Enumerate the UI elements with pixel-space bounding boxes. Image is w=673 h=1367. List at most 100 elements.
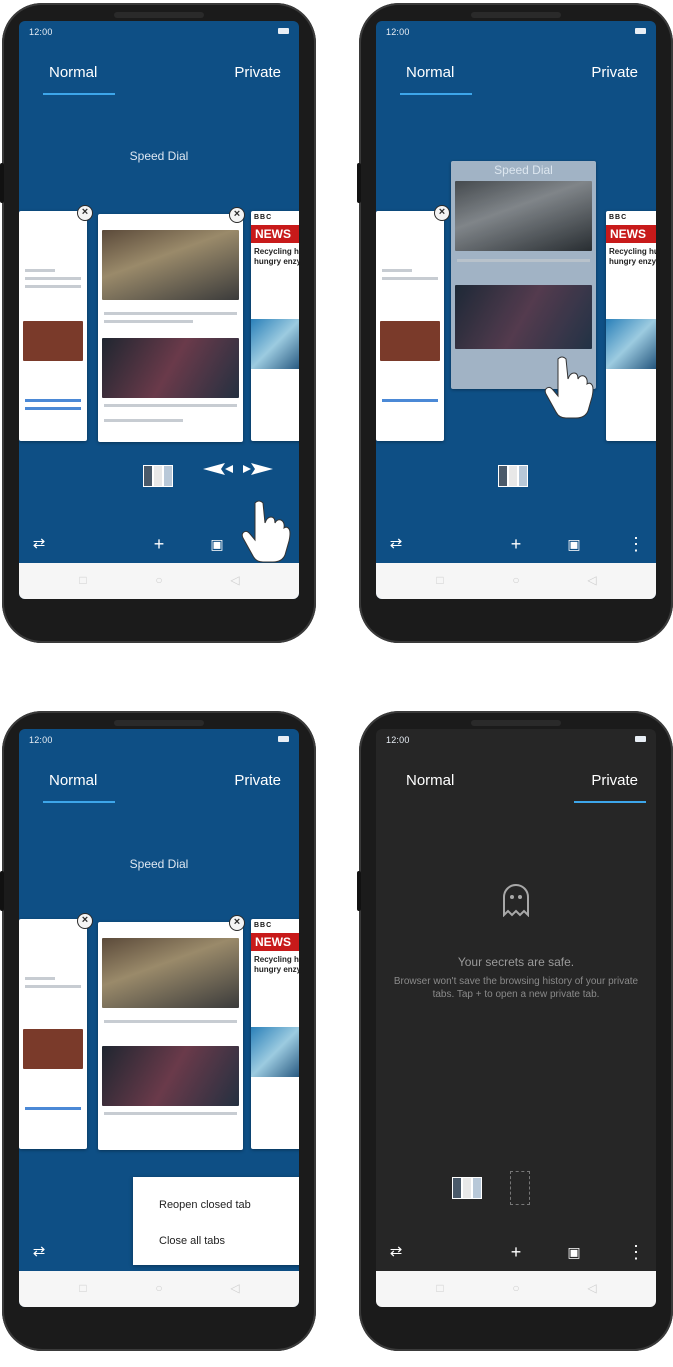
- tab-card[interactable]: [376, 211, 444, 441]
- switch-icon[interactable]: ⇄: [27, 1241, 51, 1263]
- status-time: 12:00: [29, 735, 53, 745]
- hand-gesture-icon: [544, 356, 594, 419]
- battery-icon: [635, 736, 646, 742]
- add-icon[interactable]: +: [504, 533, 528, 555]
- tab-card[interactable]: [19, 211, 87, 441]
- close-icon[interactable]: ×: [434, 205, 450, 221]
- side-button: [357, 871, 361, 911]
- tabs-icon[interactable]: ▣: [205, 1241, 229, 1263]
- phone-frame-1: 12:00 Normal Private Speed Dial × × BBC …: [0, 3, 316, 643]
- news-headline: Recycling hu: [254, 955, 299, 964]
- recent-icon[interactable]: □: [434, 574, 446, 586]
- earpiece: [471, 12, 561, 18]
- switch-icon[interactable]: ⇄: [384, 1241, 408, 1263]
- switch-icon[interactable]: ⇄: [27, 533, 51, 555]
- news-badge: NEWS: [606, 225, 656, 243]
- more-icon[interactable]: ⋮: [624, 533, 648, 555]
- close-icon[interactable]: ×: [77, 205, 93, 221]
- tab-indicator: [400, 93, 472, 95]
- battery-icon: [278, 28, 289, 34]
- tab-thumbnail-strip[interactable]: [498, 465, 538, 489]
- bottom-toolbar: ⇄ + ▣ ⋮: [19, 525, 299, 563]
- tab-normal[interactable]: Normal: [406, 772, 454, 789]
- back-icon[interactable]: ◁: [229, 1282, 241, 1294]
- phone-frame-4: 12:00 Normal Private Your secrets are sa…: [357, 711, 673, 1351]
- speed-dial-label[interactable]: Speed Dial: [451, 163, 596, 177]
- bottom-toolbar: ⇄ + ▣ ⋮: [19, 1233, 299, 1271]
- switch-icon[interactable]: ⇄: [384, 533, 408, 555]
- video-thumbnail[interactable]: [102, 338, 239, 398]
- news-headline: hungry enzym: [609, 257, 656, 266]
- more-icon[interactable]: ⋮: [624, 1241, 648, 1263]
- speed-dial-label[interactable]: Speed Dial: [19, 149, 299, 163]
- add-icon[interactable]: +: [147, 1241, 171, 1263]
- status-time: 12:00: [386, 735, 410, 745]
- screen-private-empty: 12:00 Normal Private Your secrets are sa…: [376, 729, 656, 1307]
- status-bar: 12:00: [376, 729, 656, 751]
- tab-private[interactable]: Private: [234, 64, 281, 81]
- tab-card[interactable]: [98, 922, 243, 1150]
- tab-header: Normal Private: [19, 56, 299, 96]
- home-icon[interactable]: ○: [510, 574, 522, 586]
- bottom-toolbar: ⇄ + ▣ ⋮: [376, 1233, 656, 1271]
- battery-icon: [635, 28, 646, 34]
- news-badge: NEWS: [251, 933, 299, 951]
- tabs-icon[interactable]: ▣: [205, 533, 229, 555]
- screen-tab-switcher-pinch: 12:00 Normal Private Speed Dial × × BBC …: [19, 21, 299, 599]
- more-icon[interactable]: ⋮: [267, 1241, 291, 1263]
- pinch-arrows-icon: [203, 463, 273, 475]
- earpiece: [471, 720, 561, 726]
- screen-tab-switcher-menu: 12:00 Normal Private Speed Dial × × BBC …: [19, 729, 299, 1307]
- back-icon[interactable]: ◁: [229, 574, 241, 586]
- back-icon[interactable]: ◁: [586, 1282, 598, 1294]
- recent-icon[interactable]: □: [77, 1282, 89, 1294]
- news-badge: NEWS: [251, 225, 299, 243]
- tab-card[interactable]: [98, 214, 243, 442]
- tab-normal[interactable]: Normal: [49, 772, 97, 789]
- close-icon[interactable]: ×: [77, 913, 93, 929]
- tab-thumbnail-image: [23, 1029, 83, 1069]
- tab-card[interactable]: [19, 919, 87, 1149]
- close-icon[interactable]: ×: [229, 915, 245, 931]
- system-nav-bar: □ ○ ◁: [19, 1271, 299, 1307]
- speed-dial-label[interactable]: Speed Dial: [19, 857, 299, 871]
- video-thumbnail[interactable]: [455, 285, 592, 349]
- tab-private[interactable]: Private: [591, 64, 638, 81]
- home-icon[interactable]: ○: [510, 1282, 522, 1294]
- tab-thumbnail-strip[interactable]: [143, 465, 183, 489]
- add-icon[interactable]: +: [504, 1241, 528, 1263]
- screen-tab-switcher-drag: 12:00 Normal Private × Speed Dial BBC NE…: [376, 21, 656, 599]
- empty-state-title: Your secrets are safe.: [457, 955, 575, 969]
- tab-card-news[interactable]: BBC NEWS Recycling hu hungry enzym: [606, 211, 656, 441]
- earpiece: [114, 12, 204, 18]
- reopen-closed-tab-item[interactable]: Reopen closed tab: [159, 1199, 251, 1211]
- video-thumbnail[interactable]: [102, 1046, 239, 1106]
- empty-state-body: Browser won't save the browsing history …: [393, 976, 639, 1000]
- recent-icon[interactable]: □: [434, 1282, 446, 1294]
- back-icon[interactable]: ◁: [586, 574, 598, 586]
- close-icon[interactable]: ×: [229, 207, 245, 223]
- side-button: [357, 163, 361, 203]
- more-icon[interactable]: ⋮: [267, 533, 291, 555]
- battery-icon: [278, 736, 289, 742]
- side-button: [0, 871, 4, 911]
- tab-normal[interactable]: Normal: [49, 64, 97, 81]
- bbc-logo: BBC: [254, 922, 273, 929]
- tab-private[interactable]: Private: [591, 772, 638, 789]
- recent-icon[interactable]: □: [77, 574, 89, 586]
- tab-private[interactable]: Private: [234, 772, 281, 789]
- status-bar: 12:00: [19, 729, 299, 751]
- tabs-icon[interactable]: ▣: [562, 533, 586, 555]
- ghost-icon: [503, 884, 529, 917]
- tab-card-news[interactable]: BBC NEWS Recycling hu hungry enzym: [251, 919, 299, 1149]
- status-bar: 12:00: [19, 21, 299, 43]
- tab-normal[interactable]: Normal: [406, 64, 454, 81]
- home-icon[interactable]: ○: [153, 574, 165, 586]
- tab-thumbnail-image: [380, 321, 440, 361]
- tab-card-news[interactable]: BBC NEWS Recycling hu hungry enzym: [251, 211, 299, 441]
- home-icon[interactable]: ○: [153, 1282, 165, 1294]
- tab-thumbnail-strip[interactable]: [452, 1171, 532, 1205]
- add-icon[interactable]: +: [147, 533, 171, 555]
- news-image: [606, 319, 656, 369]
- tabs-icon[interactable]: ▣: [562, 1241, 586, 1263]
